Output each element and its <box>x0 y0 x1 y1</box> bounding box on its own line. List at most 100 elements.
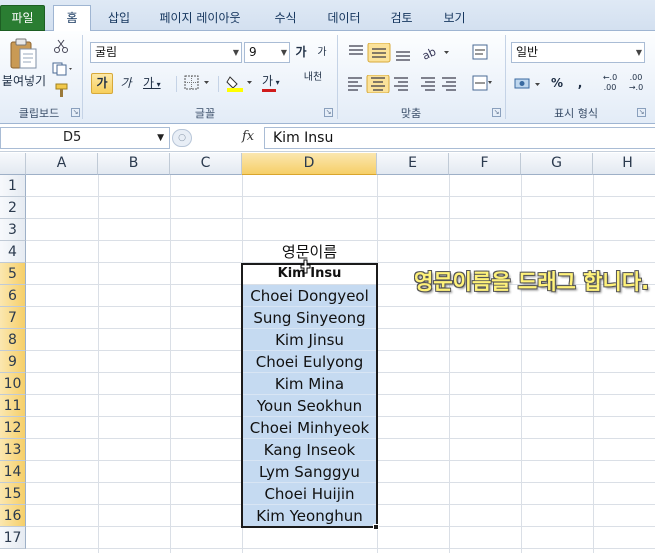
accounting-format-icon[interactable] <box>513 75 545 93</box>
percent-button[interactable]: % <box>548 73 566 94</box>
tab-data[interactable]: 데이터 <box>320 6 368 31</box>
gridline <box>26 218 655 219</box>
row-header-12[interactable]: 12 <box>0 417 26 439</box>
name-box[interactable]: D5 ▼ <box>0 127 170 149</box>
formula-bar-splitter[interactable]: ○ <box>172 129 192 147</box>
phonetic-button[interactable]: 내천 <box>300 71 326 92</box>
font-size-combo[interactable]: 9 ▼ <box>244 42 290 63</box>
divider <box>176 76 177 92</box>
row-header-1[interactable]: 1 <box>0 175 26 197</box>
row-header-6[interactable]: 6 <box>0 285 26 307</box>
chevron-down-icon: ▼ <box>280 48 287 57</box>
clipboard-launcher-icon[interactable]: ↘ <box>71 108 80 117</box>
bold-button[interactable]: 가 <box>91 73 113 94</box>
svg-text:ab: ab <box>420 45 438 63</box>
annotation-text: 영문이름을 드래그 합니다. <box>414 270 650 294</box>
comma-button[interactable]: , <box>571 73 589 94</box>
number-format-value: 일반 <box>516 45 539 59</box>
gridline <box>98 175 99 553</box>
decrease-decimal-icon: .00 →.0 <box>628 73 644 92</box>
clipboard-paste-icon <box>10 38 37 69</box>
font-launcher-icon[interactable]: ↘ <box>324 108 333 117</box>
column-header-e[interactable]: E <box>377 153 449 175</box>
row-header-2[interactable]: 2 <box>0 197 26 219</box>
row-header-11[interactable]: 11 <box>0 395 26 417</box>
increase-decimal-icon: ←.0 .00 <box>602 73 618 92</box>
insert-function-icon[interactable]: fx <box>242 129 254 144</box>
group-separator <box>505 35 506 119</box>
row-header-13[interactable]: 13 <box>0 439 26 461</box>
group-separator <box>337 35 338 119</box>
font-name-value: 굴림 <box>95 45 118 59</box>
gridline <box>521 175 522 553</box>
alignment-launcher-icon[interactable]: ↘ <box>492 108 501 117</box>
column-header-c[interactable]: C <box>170 153 242 175</box>
wrap-merge-icons[interactable] <box>471 43 493 95</box>
gridline <box>26 548 655 549</box>
group-label-clipboard: 클립보드 <box>18 107 60 120</box>
tab-home[interactable]: 홈 <box>53 5 91 31</box>
vertical-align-icons[interactable]: ab <box>346 43 470 63</box>
divider <box>218 76 219 92</box>
fill-handle[interactable] <box>373 524 379 530</box>
tab-review[interactable]: 검토 <box>384 6 419 31</box>
chevron-down-icon: ▼ <box>232 48 239 57</box>
font-color-button[interactable]: 가 ▾ <box>258 71 288 92</box>
tab-view[interactable]: 보기 <box>437 6 472 31</box>
tab-insert[interactable]: 삽입 <box>104 6 134 31</box>
grow-font-icon: 가 <box>295 45 307 59</box>
italic-icon: 가 <box>120 76 132 90</box>
column-header-h[interactable]: H <box>593 153 655 175</box>
shrink-font-button[interactable]: 가 <box>313 42 331 63</box>
worksheet-grid: A B C D E F G H 1 2 3 4 5 6 7 8 9 10 11 12 13 14 15 16 1… <box>0 153 655 553</box>
underline-button[interactable]: 가 ▾ <box>139 73 169 94</box>
increase-decimal-button[interactable]: ←.0 .00 <box>598 72 622 93</box>
row-header-8[interactable]: 8 <box>0 329 26 351</box>
tab-formulas[interactable]: 수식 <box>268 6 303 31</box>
fill-color-icon[interactable] <box>226 74 256 92</box>
column-header-f[interactable]: F <box>449 153 521 175</box>
column-header-b[interactable]: B <box>98 153 170 175</box>
row-header-4[interactable]: 4 <box>0 241 26 263</box>
group-label-font: 글꼴 <box>194 107 216 120</box>
underline-icon: 가 <box>143 76 155 90</box>
chevron-down-icon: ▼ <box>157 133 164 143</box>
name-box-value: D5 <box>63 130 82 145</box>
tab-page-layout[interactable]: 페이지 레이아웃 <box>150 6 250 31</box>
decrease-decimal-button[interactable]: .00 →.0 <box>624 72 648 93</box>
row-header-9[interactable]: 9 <box>0 351 26 373</box>
horizontal-align-icons[interactable] <box>346 75 466 93</box>
group-label-alignment: 맞춤 <box>400 107 422 120</box>
selection-range <box>241 263 378 528</box>
format-painter-icon[interactable] <box>54 83 69 98</box>
column-header-a[interactable]: A <box>26 153 98 175</box>
gridline <box>449 175 450 553</box>
tab-file[interactable]: 파일 <box>0 5 45 31</box>
font-color-swatch <box>262 89 276 92</box>
row-header-15[interactable]: 15 <box>0 483 26 505</box>
font-size-value: 9 <box>249 45 257 59</box>
group-label-number: 표시 형식 <box>554 107 598 120</box>
column-header-g[interactable]: G <box>521 153 593 175</box>
font-name-combo[interactable]: 굴림 ▼ <box>90 42 242 63</box>
row-header-10[interactable]: 10 <box>0 373 26 395</box>
select-all-corner[interactable] <box>0 153 26 175</box>
cut-icon[interactable] <box>53 39 69 53</box>
copy-icon[interactable] <box>52 62 74 76</box>
row-header-16[interactable]: 16 <box>0 505 26 527</box>
number-launcher-icon[interactable]: ↘ <box>637 108 646 117</box>
phonetic-icon: 내천 <box>303 72 323 83</box>
italic-button[interactable]: 가 <box>115 73 137 94</box>
row-header-17[interactable]: 17 <box>0 527 26 549</box>
row-header-14[interactable]: 14 <box>0 461 26 483</box>
formula-input[interactable]: Kim Insu <box>264 127 655 149</box>
ribbon-tab-bar: 파일 홈 삽입 페이지 레이아웃 수식 데이터 검토 보기 <box>0 0 655 31</box>
grow-font-button[interactable]: 가 <box>292 42 310 63</box>
column-header-d[interactable]: D <box>242 153 377 175</box>
number-format-combo[interactable]: 일반 ▼ <box>511 42 645 63</box>
row-header-7[interactable]: 7 <box>0 307 26 329</box>
row-header-5[interactable]: 5 <box>0 263 26 285</box>
row-header-3[interactable]: 3 <box>0 219 26 241</box>
formula-bar: D5 ▼ ○ fx Kim Insu <box>0 125 655 152</box>
border-icon[interactable] <box>184 75 214 91</box>
